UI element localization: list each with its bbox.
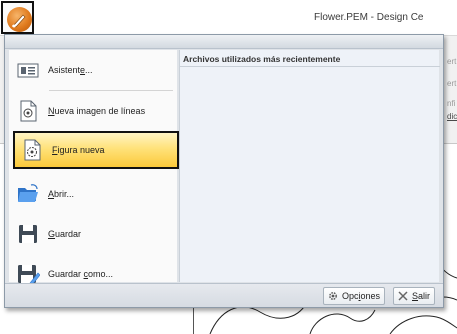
- gear-icon: [329, 292, 337, 300]
- exit-button-label: Salir: [412, 291, 431, 301]
- menu-item-wizard[interactable]: Asistente...: [9, 50, 177, 90]
- menu-item-save[interactable]: Guardar: [9, 214, 177, 254]
- menu-item-label: Abrir...: [48, 189, 75, 199]
- menu-footer: Opciones Salir: [5, 283, 443, 307]
- menu-item-new-figure[interactable]: Figura nueva: [13, 131, 179, 169]
- paintbrush-icon: [7, 7, 32, 32]
- wizard-icon: [17, 63, 39, 78]
- menu-header-strip: [5, 35, 443, 49]
- open-folder-icon: [18, 184, 38, 202]
- menu-item-open[interactable]: Abrir...: [9, 174, 177, 214]
- close-icon: [398, 291, 408, 301]
- ribbon-label[interactable]: ert: [447, 57, 456, 66]
- ribbon-label[interactable]: dic: [447, 112, 457, 121]
- exit-button[interactable]: Salir: [393, 287, 436, 305]
- new-figure-icon: [24, 139, 41, 161]
- ribbon-label[interactable]: ert: [447, 79, 456, 88]
- title-bar: Flower.PEM - Design Ce: [0, 0, 457, 36]
- menu-item-label: Guardar como...: [48, 269, 114, 279]
- options-button-label: Opciones: [342, 291, 381, 301]
- application-menu: Asistente... Nueva imagen de líneas Figu…: [4, 34, 444, 308]
- recent-files-header: Archivos utilizados más recientemente: [180, 50, 440, 67]
- menu-item-label: Guardar: [48, 229, 82, 239]
- menu-item-label: Figura nueva: [52, 145, 105, 155]
- new-line-image-icon: [20, 100, 37, 122]
- recent-files-panel: Archivos utilizados más recientemente: [179, 50, 440, 282]
- menu-item-label: Asistente...: [48, 65, 93, 75]
- options-button[interactable]: Opciones: [323, 287, 386, 305]
- menu-commands: Asistente... Nueva imagen de líneas Figu…: [9, 50, 179, 286]
- save-icon: [19, 225, 37, 243]
- menu-item-new-line-image[interactable]: Nueva imagen de líneas: [9, 91, 177, 131]
- window-title: Flower.PEM - Design Ce: [314, 12, 424, 23]
- ribbon-label[interactable]: nfi: [447, 99, 455, 108]
- application-button[interactable]: [1, 1, 34, 34]
- menu-item-label: Nueva imagen de líneas: [48, 106, 146, 116]
